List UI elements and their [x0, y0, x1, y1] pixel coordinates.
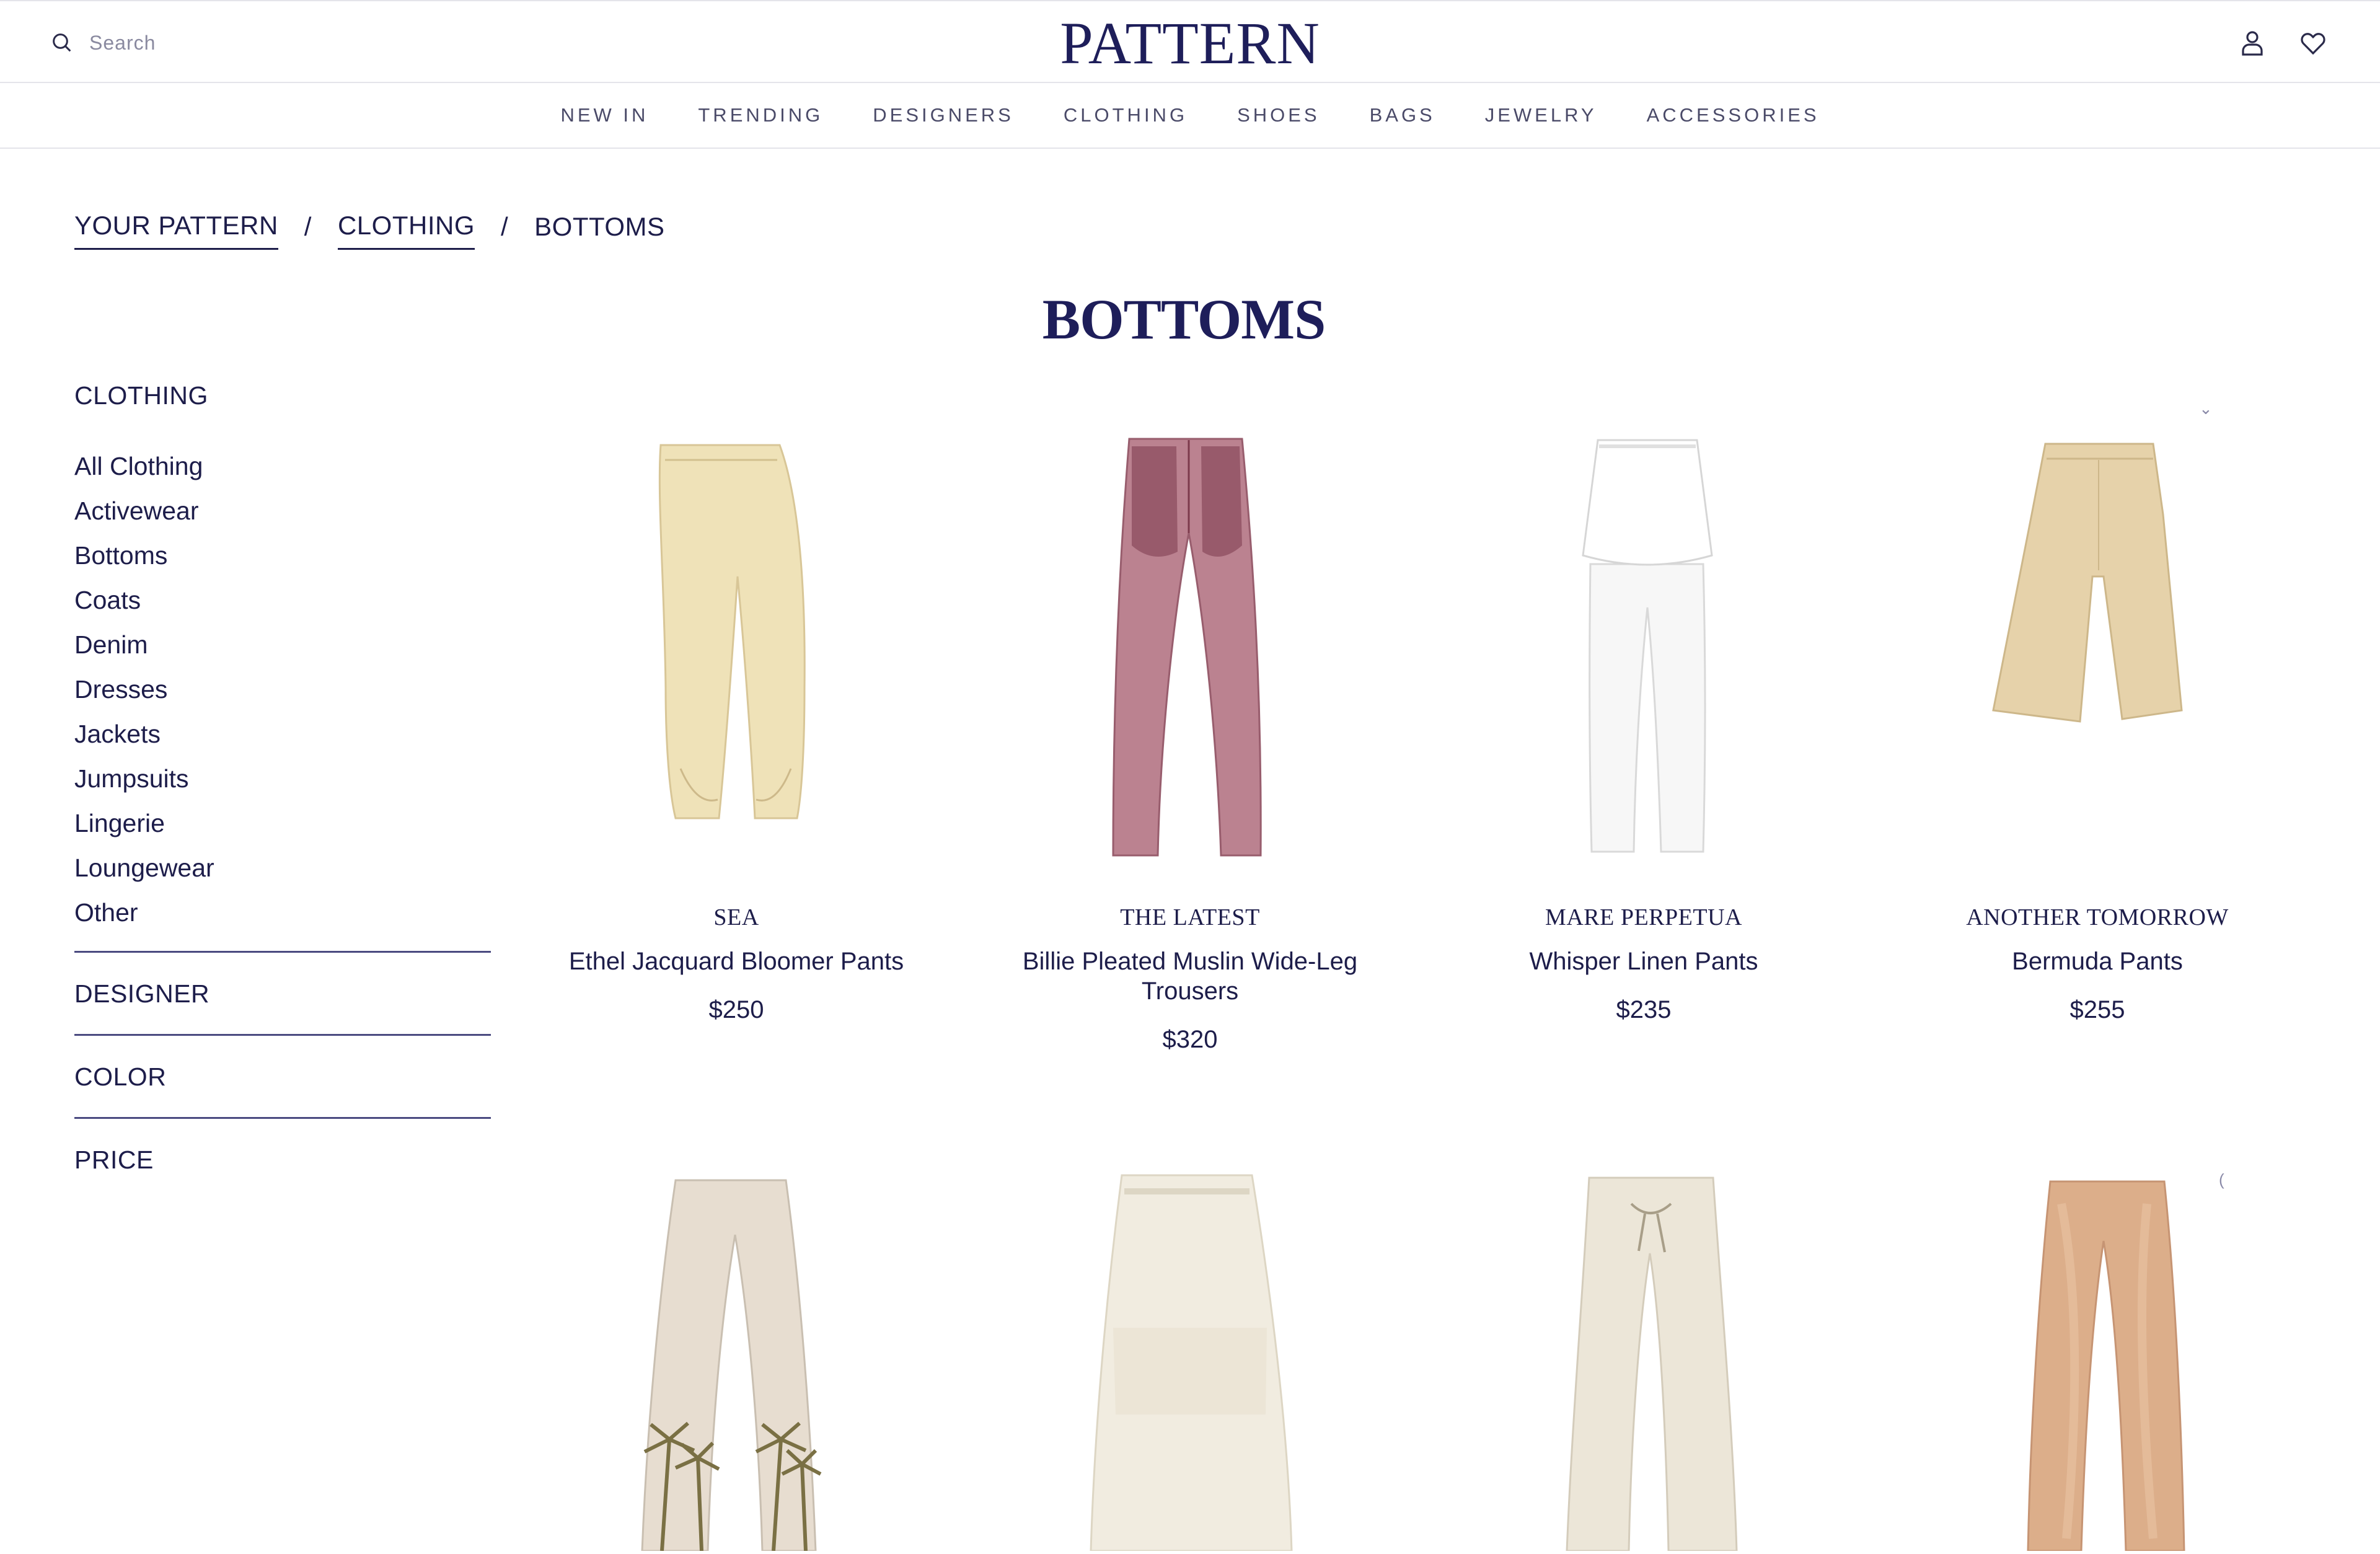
category-activewear[interactable]: Activewear — [74, 488, 491, 533]
product-brand: MARE PERPETUA — [1545, 904, 1742, 930]
breadcrumb-your-pattern[interactable]: YOUR PATTERN — [74, 211, 278, 250]
nav-shoes[interactable]: SHOES — [1237, 104, 1320, 126]
product-image-velvet-pants — [2027, 1180, 2185, 1552]
sidebar-heading-clothing[interactable]: CLOTHING — [74, 378, 491, 413]
product-name: Bermuda Pants — [2012, 948, 2183, 975]
nav-designers[interactable]: DESIGNERS — [873, 104, 1014, 126]
product-image[interactable] — [1899, 1167, 2296, 1552]
breadcrumb-separator: / — [304, 211, 312, 241]
nav-bags[interactable]: BAGS — [1370, 104, 1435, 126]
product-image[interactable] — [992, 422, 1388, 868]
category-denim[interactable]: Denim — [74, 622, 491, 667]
category-jackets[interactable]: Jackets — [74, 712, 491, 756]
product-price: $320 — [1162, 1026, 1218, 1053]
product-card[interactable]: THE LATEST Billie Pleated Muslin Wide-Le… — [992, 422, 1388, 1054]
product-image[interactable] — [1445, 422, 1842, 868]
breadcrumb-separator: / — [500, 211, 509, 241]
product-card[interactable]: SEA Ethel Jacquard Bloomer Pants $250 — [538, 422, 935, 1025]
category-dresses[interactable]: Dresses — [74, 667, 491, 712]
category-other[interactable]: Other — [74, 890, 491, 935]
category-bottoms[interactable]: Bottoms — [74, 533, 491, 578]
category-lingerie[interactable]: Lingerie — [74, 801, 491, 845]
product-image[interactable] — [538, 422, 935, 868]
account-button[interactable] — [2235, 24, 2270, 62]
product-image-linen-pants — [1582, 439, 1713, 853]
product-brand: THE LATEST — [1120, 904, 1260, 930]
product-image-palm-print-pants — [641, 1179, 822, 1552]
product-price: $250 — [708, 996, 764, 1023]
account-icon — [2242, 31, 2263, 56]
product-price: $255 — [2069, 996, 2125, 1023]
chevron-down-icon[interactable]: ⌄ — [2199, 399, 2213, 418]
filter-color[interactable]: COLOR — [74, 1036, 491, 1117]
wishlist-heart-icon — [2301, 33, 2325, 55]
breadcrumb-current: BOTTOMS — [534, 211, 665, 241]
category-loungewear[interactable]: Loungewear — [74, 845, 491, 890]
filter-price[interactable]: PRICE — [74, 1119, 491, 1200]
product-image[interactable] — [538, 1167, 935, 1552]
nav-jewelry[interactable]: JEWELRY — [1485, 104, 1597, 126]
product-image[interactable] — [992, 1167, 1388, 1552]
category-list: All Clothing Activewear Bottoms Coats De… — [74, 444, 491, 935]
category-all-clothing[interactable]: All Clothing — [74, 444, 491, 488]
filter-sidebar: CLOTHING All Clothing Activewear Bottoms… — [74, 378, 491, 1200]
page-title: BOTTOMS — [1042, 288, 1326, 351]
carousel-edge-icon[interactable]: ( — [2219, 1170, 2224, 1190]
main-nav: NEW IN TRENDING DESIGNERS CLOTHING SHOES… — [0, 83, 2380, 149]
logo-container: PATTERN — [0, 12, 2380, 74]
filter-designer-label: DESIGNER — [74, 979, 210, 1008]
top-bar: Search PATTERN — [0, 0, 2380, 83]
product-card[interactable]: ANOTHER TOMORROW Bermuda Pants $255 — [1899, 422, 2296, 1025]
product-image-muslin-trousers — [1112, 438, 1262, 857]
filter-price-label: PRICE — [74, 1145, 154, 1174]
nav-new-in[interactable]: NEW IN — [560, 104, 648, 126]
product-image-sheer-pants — [1090, 1174, 1293, 1552]
nav-accessories[interactable]: ACCESSORIES — [1647, 104, 1820, 126]
category-coats[interactable]: Coats — [74, 578, 491, 622]
site-logo[interactable]: PATTERN — [1060, 10, 1320, 76]
breadcrumb: YOUR PATTERN / CLOTHING / BOTTOMS — [74, 211, 665, 250]
product-brand: ANOTHER TOMORROW — [1966, 904, 2229, 930]
breadcrumb-clothing[interactable]: CLOTHING — [337, 211, 475, 250]
nav-clothing[interactable]: CLOTHING — [1064, 104, 1188, 126]
wishlist-button[interactable] — [2296, 24, 2330, 62]
filter-designer[interactable]: DESIGNER — [74, 953, 491, 1034]
product-name: Ethel Jacquard Bloomer Pants — [568, 948, 904, 975]
product-image-bermuda-pants — [1992, 443, 2183, 723]
category-jumpsuits[interactable]: Jumpsuits — [74, 756, 491, 801]
nav-trending[interactable]: TRENDING — [698, 104, 823, 126]
product-image-drawstring-pants — [1566, 1177, 1738, 1552]
product-image-bloomer-pants — [658, 444, 806, 819]
product-name: Billie Pleated Muslin Wide-Leg Trousers — [1022, 948, 1358, 1005]
product-image[interactable] — [1899, 422, 2296, 868]
product-name: Whisper Linen Pants — [1529, 948, 1758, 975]
product-price: $235 — [1616, 996, 1672, 1023]
product-card[interactable]: MARE PERPETUA Whisper Linen Pants $235 — [1445, 422, 1842, 1025]
product-image[interactable] — [1445, 1167, 1842, 1552]
product-brand: SEA — [713, 904, 759, 930]
filter-color-label: COLOR — [74, 1062, 167, 1091]
header-icons — [2235, 24, 2330, 62]
